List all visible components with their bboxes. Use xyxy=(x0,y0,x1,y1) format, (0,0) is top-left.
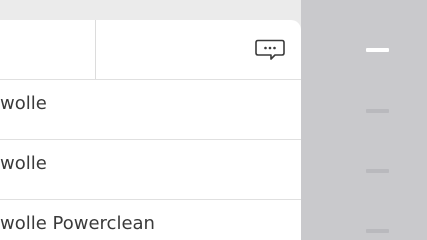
row-divider xyxy=(0,139,301,140)
program-list-card: wolle wolle wolle Powerclean xyxy=(0,20,301,240)
list-item[interactable]: wolle xyxy=(0,93,47,114)
list-item[interactable]: wolle xyxy=(0,153,47,174)
header-divider xyxy=(95,20,96,79)
row-divider xyxy=(0,199,301,200)
page-indicator[interactable] xyxy=(366,109,389,113)
comment-icon xyxy=(255,39,285,60)
page-indicator-active[interactable] xyxy=(366,48,389,52)
side-panel xyxy=(301,0,427,240)
list-item[interactable]: wolle Powerclean xyxy=(0,213,155,234)
comment-button[interactable] xyxy=(255,39,285,61)
page-indicator[interactable] xyxy=(366,229,389,233)
row-divider xyxy=(0,79,301,80)
page-indicator[interactable] xyxy=(366,169,389,173)
